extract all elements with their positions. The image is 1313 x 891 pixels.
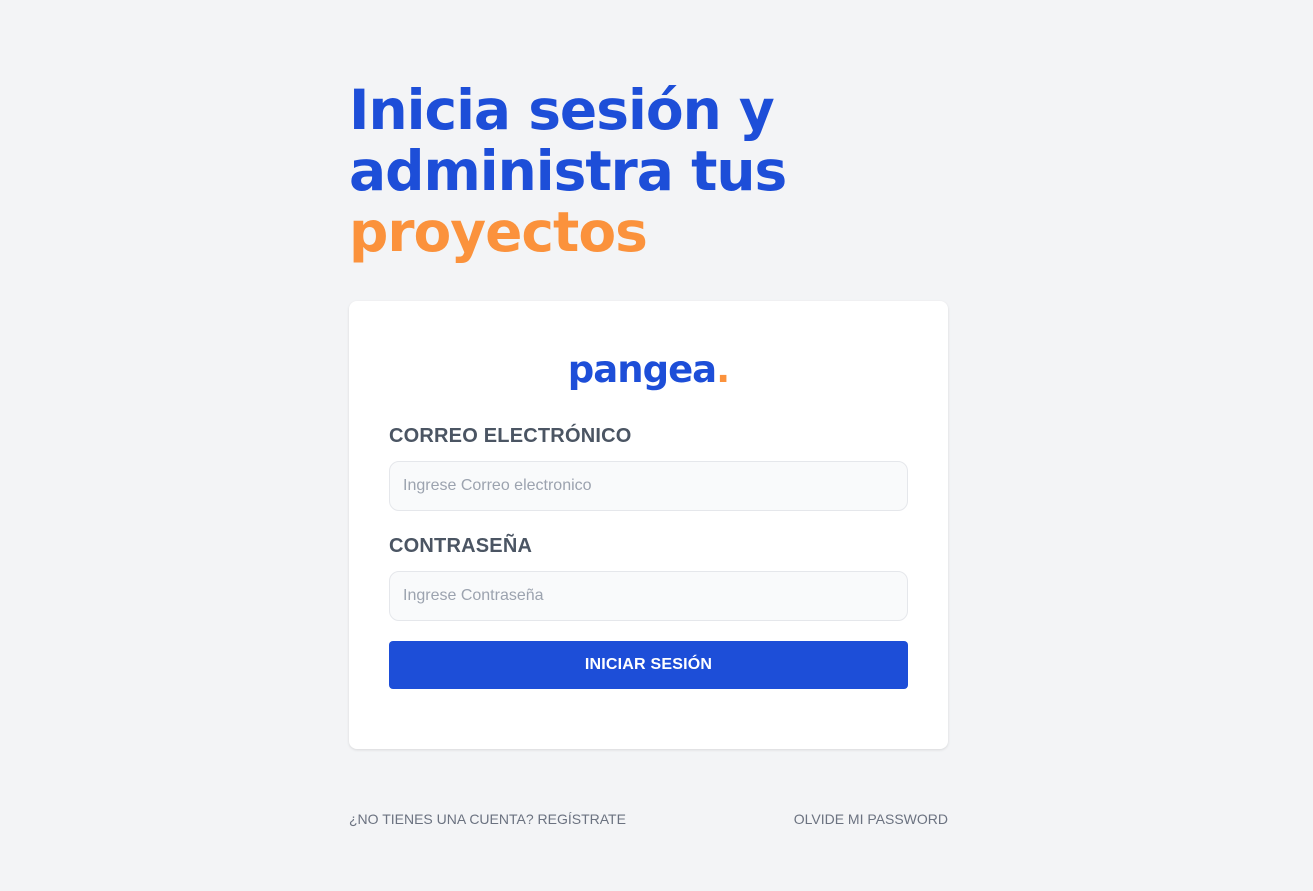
password-field[interactable]	[389, 571, 908, 621]
password-label: CONTRASEÑA	[389, 535, 533, 557]
logo-text: pangea	[567, 348, 717, 391]
headline-line-2: administra tus	[349, 139, 787, 203]
pangea-logo: pangea.	[349, 345, 948, 395]
email-label: CORREO ELECTRÓNICO	[389, 425, 632, 447]
logo-dot: .	[716, 348, 730, 391]
forgot-password-link[interactable]: OLVIDE MI PASSWORD	[794, 811, 948, 827]
page-headline: Inicia sesión y administra tus proyectos	[349, 80, 948, 263]
headline-accent: proyectos	[349, 200, 648, 264]
headline-line-1: Inicia sesión y	[349, 78, 775, 142]
footer-links: ¿NO TIENES UNA CUENTA? REGÍSTRATE OLVIDE…	[349, 811, 948, 827]
register-link[interactable]: ¿NO TIENES UNA CUENTA? REGÍSTRATE	[349, 811, 626, 827]
login-page: Inicia sesión y administra tus proyectos…	[349, 80, 948, 827]
login-button[interactable]: INICIAR SESIÓN	[389, 641, 908, 689]
email-field[interactable]	[389, 461, 908, 511]
login-card: pangea. CORREO ELECTRÓNICO CONTRASEÑA IN…	[349, 301, 948, 749]
